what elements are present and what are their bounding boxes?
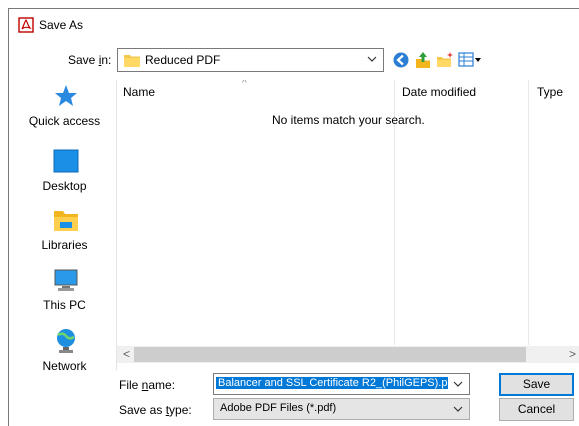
place-desktop[interactable]: Desktop xyxy=(17,148,112,208)
scroll-right-icon[interactable]: > xyxy=(569,347,576,361)
scroll-left-icon[interactable]: < xyxy=(123,347,130,361)
network-icon xyxy=(57,329,75,353)
save-in-value: Reduced PDF xyxy=(145,53,221,67)
this-pc-icon xyxy=(54,269,78,291)
horizontal-scrollbar[interactable]: < > xyxy=(117,346,579,363)
save-button[interactable]: Save xyxy=(499,373,574,396)
place-label: Quick access xyxy=(28,114,101,128)
place-this-pc[interactable]: This PC xyxy=(17,267,112,327)
chevron-down-icon[interactable] xyxy=(453,378,463,390)
save-as-dialog: Save As Save in: Reduced PDF Quick acces… xyxy=(8,8,579,426)
save-as-type-dropdown[interactable]: Adobe PDF Files (*.pdf) xyxy=(213,398,470,420)
column-divider xyxy=(528,80,529,345)
sort-ascending-icon: ^ xyxy=(242,80,247,89)
chevron-down-icon xyxy=(367,56,377,62)
cancel-button[interactable]: Cancel xyxy=(499,398,574,421)
pdf-icon xyxy=(18,17,34,33)
place-quick-access[interactable]: Quick access xyxy=(17,83,112,143)
save-as-type-label: Save as type: xyxy=(119,403,192,417)
chevron-down-icon xyxy=(453,406,463,412)
libraries-icon xyxy=(54,211,78,231)
file-list[interactable]: ^ Name Date modified Type No items match… xyxy=(116,80,579,370)
title-bar: Save As xyxy=(9,9,579,41)
view-menu-icon[interactable] xyxy=(458,51,482,69)
empty-message: No items match your search. xyxy=(272,113,425,127)
back-icon[interactable] xyxy=(392,51,410,69)
save-in-label: Save in: xyxy=(68,53,112,67)
file-name-value: Balancer and SSL Certificate R2_(PhilGEP… xyxy=(216,377,448,389)
place-libraries[interactable]: Libraries xyxy=(17,207,112,267)
place-label: Libraries xyxy=(41,238,88,252)
new-folder-icon[interactable] xyxy=(436,51,454,69)
up-folder-icon[interactable] xyxy=(414,51,432,69)
place-label: Network xyxy=(42,359,87,373)
file-name-label: File name: xyxy=(119,378,176,392)
place-label: Desktop xyxy=(42,179,87,193)
desktop-icon xyxy=(53,149,79,173)
column-header-type[interactable]: Type xyxy=(537,85,563,99)
column-header-name[interactable]: Name xyxy=(123,85,155,99)
folder-icon xyxy=(124,55,140,67)
save-in-dropdown[interactable]: Reduced PDF xyxy=(117,48,384,72)
quick-access-star-icon xyxy=(55,85,77,106)
places-bar: Quick access Desktop Libraries This PC N… xyxy=(17,73,112,397)
window-title: Save As xyxy=(39,18,84,32)
save-as-type-value: Adobe PDF Files (*.pdf) xyxy=(220,402,337,414)
scrollbar-thumb[interactable] xyxy=(134,347,526,362)
file-name-input[interactable]: Balancer and SSL Certificate R2_(PhilGEP… xyxy=(213,373,470,395)
place-network[interactable]: Network xyxy=(17,328,112,388)
place-label: This PC xyxy=(43,298,86,312)
column-header-date-modified[interactable]: Date modified xyxy=(402,85,476,99)
